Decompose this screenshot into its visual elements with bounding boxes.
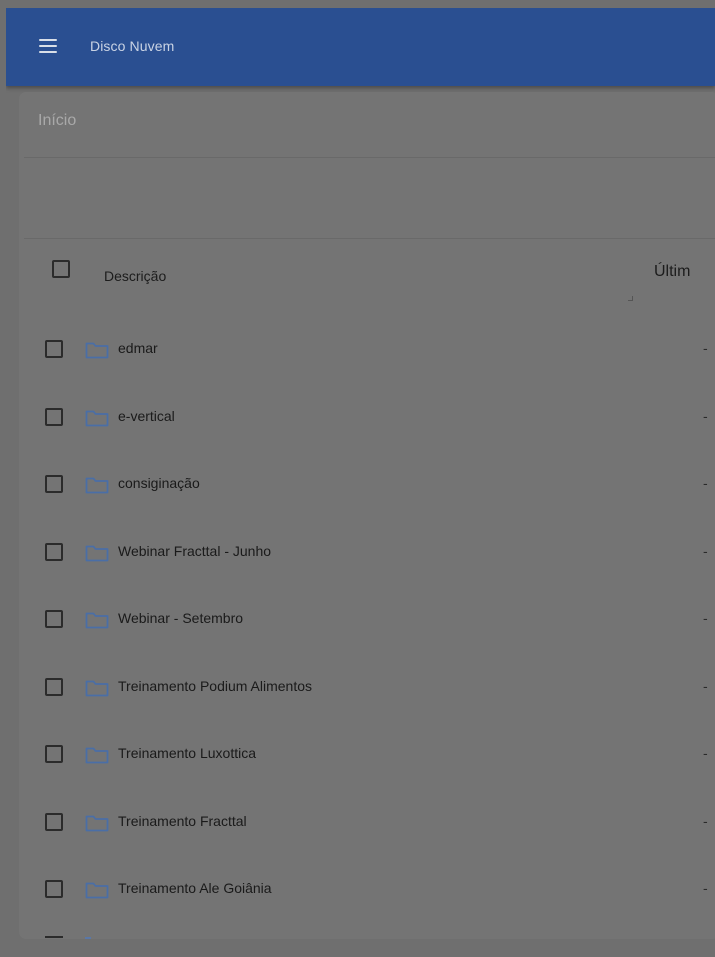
folder-icon xyxy=(85,680,109,697)
row-checkbox[interactable] xyxy=(45,813,63,831)
last-modified: - xyxy=(703,475,708,491)
last-modified: - xyxy=(703,813,708,829)
table-row[interactable]: e-vertical - xyxy=(0,396,709,436)
row-checkbox[interactable] xyxy=(45,745,63,763)
last-modified: - xyxy=(703,678,708,694)
last-modified: - xyxy=(703,408,708,424)
divider xyxy=(24,157,715,158)
folder-icon xyxy=(85,747,109,764)
folder-icon xyxy=(85,612,109,629)
folder-name[interactable]: Webinar Fracttal - Junho xyxy=(118,543,271,559)
table-row[interactable]: Treinamento Ale Goiânia - xyxy=(0,868,709,908)
folder-icon xyxy=(85,937,91,939)
folder-name[interactable]: Treinamento Luxottica xyxy=(118,745,256,761)
app-title: Disco Nuvem xyxy=(90,38,175,54)
folder-icon xyxy=(85,342,109,359)
row-checkbox[interactable] xyxy=(45,408,63,426)
folder-icon xyxy=(85,545,109,562)
folder-name[interactable]: e-vertical xyxy=(118,408,175,424)
folder-name[interactable]: consiginação xyxy=(118,475,200,491)
folder-name[interactable]: Treinamento Ale Goiânia xyxy=(118,880,272,896)
column-header-ultima[interactable]: Últim xyxy=(654,263,690,281)
folder-name[interactable]: Treinamento Podium Alimentos xyxy=(118,678,312,694)
row-checkbox[interactable] xyxy=(45,340,63,358)
last-modified: - xyxy=(703,340,708,356)
row-checkbox[interactable] xyxy=(45,475,63,493)
folder-name[interactable]: edmar xyxy=(118,340,158,356)
last-modified: - xyxy=(703,880,708,896)
table-row[interactable]: Treinamento Luxottica - xyxy=(0,733,709,773)
hamburger-menu-icon[interactable] xyxy=(39,39,57,55)
breadcrumb[interactable]: Início xyxy=(38,112,76,130)
sort-indicator-icon xyxy=(628,296,633,301)
column-header-descricao[interactable]: Descrição xyxy=(104,268,166,284)
row-checkbox[interactable] xyxy=(45,610,63,628)
table-row[interactable]: Treinamento Fracttal - xyxy=(0,801,709,841)
folder-icon xyxy=(85,815,109,832)
row-checkbox[interactable] xyxy=(45,543,63,561)
table-row[interactable]: consiginação - xyxy=(0,463,709,503)
folder-name[interactable]: Webinar - Setembro xyxy=(118,610,243,626)
folder-icon xyxy=(85,410,109,427)
last-modified: - xyxy=(703,610,708,626)
row-checkbox[interactable] xyxy=(45,880,63,898)
table-row[interactable]: Webinar Fracttal - Junho - xyxy=(0,531,709,571)
table-row[interactable]: Treinamento Podium Alimentos - xyxy=(0,666,709,706)
app-bar: Disco Nuvem xyxy=(6,8,715,86)
last-modified: - xyxy=(703,543,708,559)
checkbox-partial xyxy=(45,936,63,938)
divider xyxy=(24,238,715,239)
table-row[interactable]: Webinar - Setembro - xyxy=(0,598,709,638)
select-all-checkbox[interactable] xyxy=(52,260,70,278)
folder-icon xyxy=(85,882,109,899)
table-row[interactable]: edmar - xyxy=(0,328,709,368)
folder-name[interactable]: Treinamento Fracttal xyxy=(118,813,247,829)
folder-icon xyxy=(85,477,109,494)
last-modified: - xyxy=(703,745,708,761)
row-checkbox[interactable] xyxy=(45,678,63,696)
